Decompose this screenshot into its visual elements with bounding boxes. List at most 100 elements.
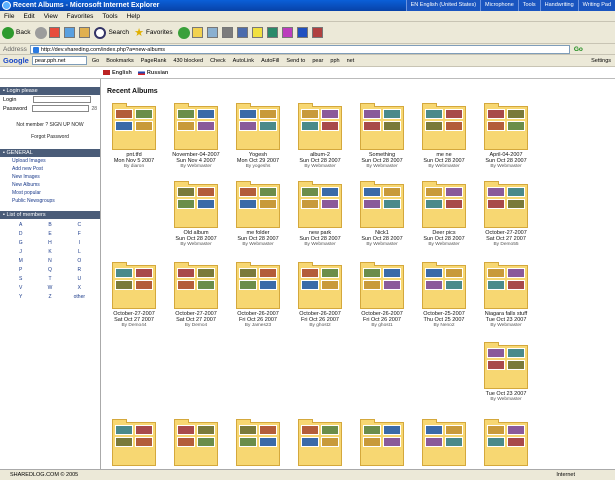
album-folder-icon[interactable]	[360, 262, 404, 309]
new-images-link[interactable]: New Images	[0, 173, 100, 181]
member-letter-link[interactable]: L	[65, 249, 94, 255]
menu-favorites[interactable]: Favorites	[67, 13, 94, 20]
album-card[interactable]	[413, 419, 475, 468]
album-folder-icon[interactable]	[422, 419, 466, 466]
album-card[interactable]: October-27-2007 Sat Oct 27 2007 By Demo44	[103, 262, 165, 329]
album-card[interactable]: Deer pics Sun Oct 28 2007 By Webmaster	[413, 181, 475, 248]
go-button[interactable]: Go	[574, 46, 583, 53]
album-card[interactable]	[289, 419, 351, 468]
tray-microphone[interactable]: Microphone	[480, 0, 518, 11]
menu-help[interactable]: Help	[127, 13, 140, 20]
member-letter-link[interactable]: I	[65, 240, 94, 246]
album-card[interactable]: album-2 Sun Oct 28 2007 By Webmaster	[289, 103, 351, 170]
tray-language[interactable]: EN English (United States)	[405, 0, 480, 11]
album-folder-icon[interactable]	[360, 103, 404, 150]
member-letter-link[interactable]: M	[6, 258, 35, 264]
album-card[interactable]: October-26-2007 Fri Oct 26 2007 By James23	[227, 262, 289, 329]
member-letter-link[interactable]: P	[6, 267, 35, 273]
album-folder-icon[interactable]	[174, 262, 218, 309]
member-letter-link[interactable]: H	[35, 240, 64, 246]
new-albums-link[interactable]: New Albums	[0, 181, 100, 189]
back-button[interactable]: Back	[2, 26, 30, 39]
member-letter-link[interactable]: O	[65, 258, 94, 264]
member-letter-link[interactable]: X	[65, 285, 94, 291]
signup-link[interactable]: Not member ? SIGN UP NOW	[0, 119, 100, 131]
tray-tools[interactable]: Tools	[517, 0, 540, 11]
album-folder-icon[interactable]	[112, 262, 156, 309]
upload-images-link[interactable]: Upload Images	[0, 157, 100, 165]
album-card[interactable]: Niagara falls stuff Tue Oct 23 2007 By Web…	[475, 262, 537, 329]
media-icon[interactable]	[177, 26, 190, 39]
album-card[interactable]: Nick1 Sun Oct 28 2007 By Webmaster	[351, 181, 413, 248]
home-icon[interactable]	[79, 27, 91, 38]
member-letter-link[interactable]: Q	[35, 267, 64, 273]
album-card[interactable]: Tue Oct 23 2007 By Webmaster	[475, 342, 537, 403]
print-icon[interactable]	[221, 27, 233, 38]
google-logo[interactable]: Google	[3, 56, 29, 65]
album-folder-icon[interactable]	[484, 262, 528, 309]
album-folder-icon[interactable]	[298, 103, 342, 150]
bluetooth-icon[interactable]	[296, 27, 308, 38]
member-letter-link[interactable]: E	[35, 231, 64, 237]
member-letter-link[interactable]: J	[6, 249, 35, 255]
album-card[interactable]: April-04-2007 Sun Oct 28 2007 By Webmaster	[475, 103, 537, 170]
album-card[interactable]: October-27-2007 Sat Oct 27 2007 By Demo4	[165, 262, 227, 329]
member-letter-link[interactable]: C	[65, 222, 94, 228]
address-input[interactable]: http://dev.vhareding.com/index.php?a=new…	[29, 44, 570, 54]
album-folder-icon[interactable]	[236, 419, 280, 466]
member-letter-link[interactable]: A	[6, 222, 35, 228]
album-folder-icon[interactable]	[360, 419, 404, 466]
google-term-pph[interactable]: pph	[330, 58, 339, 64]
menu-edit[interactable]: Edit	[23, 13, 34, 20]
google-autolink[interactable]: AutoLink	[233, 58, 254, 64]
menu-tools[interactable]: Tools	[102, 13, 117, 20]
album-card[interactable]: October-25-2007 Thu Oct 25 2007 By Neno2	[413, 262, 475, 329]
album-folder-icon[interactable]	[422, 181, 466, 228]
member-letter-link[interactable]: Y	[6, 294, 35, 300]
album-card[interactable]: November-04-2007 Sun Nov 4 2007 By Webmast…	[165, 103, 227, 170]
member-letter-link[interactable]: W	[35, 285, 64, 291]
album-folder-icon[interactable]	[236, 262, 280, 309]
most-popular-link[interactable]: Most popular	[0, 189, 100, 197]
member-letter-link[interactable]: F	[65, 231, 94, 237]
album-folder-icon[interactable]	[422, 262, 466, 309]
member-letter-link[interactable]: R	[65, 267, 94, 273]
refresh-icon[interactable]	[64, 27, 76, 38]
album-folder-icon[interactable]	[174, 181, 218, 228]
album-folder-icon[interactable]	[174, 419, 218, 466]
forgot-password-link[interactable]: Forgot Password	[0, 131, 100, 143]
tray-writing-pad[interactable]: Writing Pad	[577, 0, 615, 11]
album-folder-icon[interactable]	[112, 419, 156, 466]
album-folder-icon[interactable]	[298, 419, 342, 466]
login-submit-button[interactable]: 28	[91, 106, 97, 112]
google-search-input[interactable]: pear.pph.net	[31, 56, 87, 65]
member-letter-link[interactable]: V	[6, 285, 35, 291]
search-button[interactable]: Search	[94, 26, 129, 39]
album-card[interactable]: October-26-2007 Fri Oct 26 2007 By ghost1	[351, 262, 413, 329]
member-letter-link[interactable]: B	[35, 222, 64, 228]
album-card[interactable]: pnt.tfd Mon Nov 5 2007 By diaron	[103, 103, 165, 170]
album-folder-icon[interactable]	[298, 181, 342, 228]
album-folder-icon[interactable]	[484, 103, 528, 150]
menu-view[interactable]: View	[44, 13, 58, 20]
member-letter-link[interactable]: D	[6, 231, 35, 237]
forward-arrow-icon[interactable]	[35, 26, 48, 39]
google-bookmarks[interactable]: Bookmarks	[106, 58, 134, 64]
album-card[interactable]: me folder Sun Oct 28 2007 By Webmaster	[227, 181, 289, 248]
album-folder-icon[interactable]	[236, 181, 280, 228]
album-folder-icon[interactable]	[422, 103, 466, 150]
mail-icon[interactable]	[206, 27, 218, 38]
member-letter-link[interactable]: U	[65, 276, 94, 282]
album-card[interactable]: October-26-2007 Fri Oct 26 2007 By ghost2	[289, 262, 351, 329]
google-term-pear[interactable]: pear	[312, 58, 323, 64]
favorites-button[interactable]: ★ Favorites	[134, 26, 173, 39]
album-card[interactable]	[351, 419, 413, 468]
member-letter-link[interactable]: T	[35, 276, 64, 282]
member-letter-link[interactable]: other	[65, 294, 94, 300]
google-sendto[interactable]: Send to	[286, 58, 305, 64]
history-icon[interactable]	[191, 27, 203, 38]
tray-handwriting[interactable]: Handwriting	[539, 0, 578, 11]
menu-file[interactable]: File	[4, 13, 14, 20]
album-card[interactable]: Yogesh Mon Oct 29 2007 By yogeshs	[227, 103, 289, 170]
album-card[interactable]	[103, 419, 165, 468]
